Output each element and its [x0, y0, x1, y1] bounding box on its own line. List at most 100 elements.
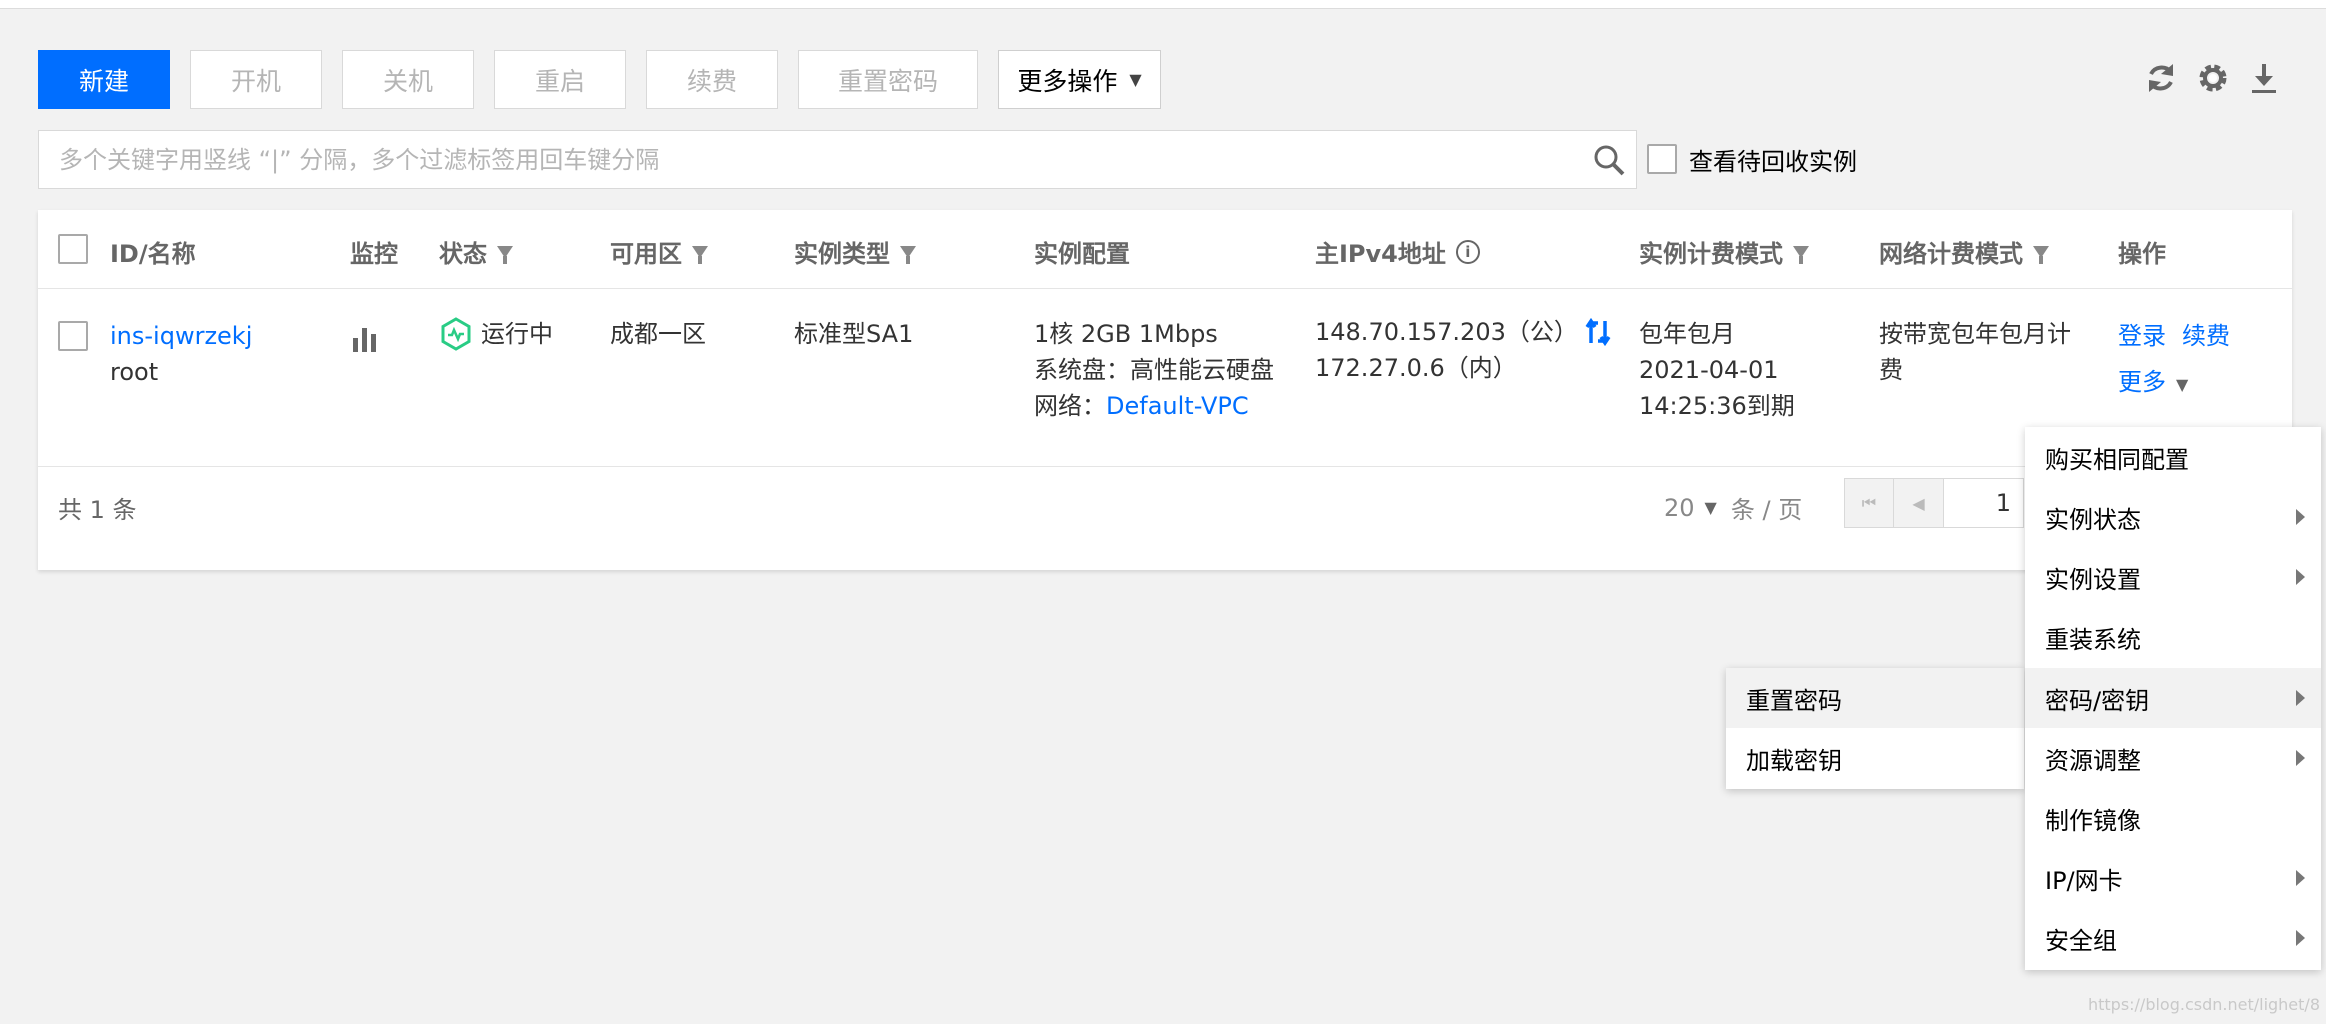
- password-key-submenu: 重置密码 加载密钥: [1726, 668, 2024, 789]
- refresh-icon[interactable]: [2142, 60, 2180, 98]
- column-zone[interactable]: 可用区: [610, 234, 708, 269]
- start-button[interactable]: 开机: [190, 50, 322, 109]
- public-ip: 148.70.157.203（公）: [1315, 318, 1578, 346]
- chevron-right-icon: [2296, 569, 2305, 585]
- instance-type-cell: 标准型SA1: [794, 320, 914, 348]
- chevron-down-icon: ▼: [2176, 375, 2189, 394]
- recycle-filter[interactable]: 查看待回收实例: [1647, 141, 1857, 177]
- column-billing[interactable]: 实例计费模式: [1639, 234, 1809, 269]
- swap-ip-icon[interactable]: [1584, 317, 1614, 347]
- menu-item-ip-nic[interactable]: IP/网卡: [2025, 848, 2321, 908]
- column-instance-type-label: 实例类型: [794, 240, 890, 268]
- chevron-down-icon: ▼: [1129, 70, 1142, 89]
- actions-line1: 登录 续费: [2118, 318, 2230, 354]
- watermark: https://blog.csdn.net/lighet/8: [2087, 995, 2320, 1014]
- menu-item-label: IP/网卡: [2045, 866, 2123, 895]
- more-actions-menu: 购买相同配置 实例状态 实例设置 重装系统 密码/密钥 资源调整 制作镜像 IP…: [2025, 427, 2321, 970]
- more-actions-label: 更多操作: [1017, 66, 1118, 96]
- pagination: ⏮ ◀ 1: [1844, 478, 2024, 528]
- running-status-icon: [441, 317, 471, 351]
- filter-icon[interactable]: [900, 245, 916, 264]
- menu-item-security-group[interactable]: 安全组: [2025, 908, 2321, 968]
- info-icon[interactable]: i: [1455, 239, 1480, 264]
- menu-item-label: 密码/密钥: [2045, 686, 2150, 715]
- network-billing-line1: 按带宽包年包月计: [1879, 320, 2071, 348]
- first-page-icon[interactable]: ⏮: [1844, 478, 1894, 528]
- menu-item-reset-password[interactable]: 重置密码: [1726, 668, 2024, 728]
- shutdown-button[interactable]: 关机: [342, 50, 474, 109]
- menu-item-label: 资源调整: [2045, 746, 2141, 775]
- column-instance-type[interactable]: 实例类型: [794, 234, 916, 269]
- more-actions-dropdown[interactable]: 更多操作 ▼: [998, 50, 1161, 109]
- filter-icon[interactable]: [497, 245, 513, 264]
- config-disk: 系统盘：高性能云硬盘: [1034, 356, 1274, 384]
- config-network: 网络：Default-VPC: [1034, 388, 1274, 424]
- more-dropdown[interactable]: 更多 ▼: [2118, 364, 2230, 403]
- chevron-right-icon: [2296, 870, 2305, 886]
- network-billing-cell: 按带宽包年包月计 费: [1879, 316, 2071, 388]
- search-icon[interactable]: [1592, 143, 1626, 177]
- select-all-checkbox[interactable]: [58, 234, 88, 264]
- recycle-checkbox[interactable]: [1647, 144, 1677, 174]
- zone-cell: 成都一区: [610, 320, 706, 348]
- chevron-right-icon: [2296, 509, 2305, 525]
- column-network-billing-label: 网络计费模式: [1879, 240, 2023, 268]
- menu-item-instance-settings[interactable]: 实例设置: [2025, 547, 2321, 607]
- renew-link[interactable]: 续费: [2182, 322, 2230, 350]
- column-actions: 操作: [2118, 240, 2166, 268]
- actions-cell: 登录 续费 更多 ▼: [2118, 318, 2230, 403]
- page-size-value: 20: [1664, 493, 1695, 522]
- page-number-input[interactable]: 1: [1944, 478, 2024, 528]
- column-status[interactable]: 状态: [439, 234, 513, 269]
- status-cell: 运行中: [439, 316, 553, 352]
- filter-icon[interactable]: [692, 245, 708, 264]
- total-count: 共 1 条: [58, 496, 137, 524]
- column-status-label: 状态: [439, 240, 487, 268]
- menu-item-label: 重装系统: [2045, 625, 2141, 654]
- filter-icon[interactable]: [2033, 245, 2049, 264]
- private-ip: 172.27.0.6（内）: [1315, 354, 1517, 382]
- recycle-label: 查看待回收实例: [1689, 147, 1857, 176]
- menu-item-buy-same-config[interactable]: 购买相同配置: [2025, 427, 2321, 487]
- column-network-billing[interactable]: 网络计费模式: [1879, 234, 2049, 269]
- page-size-select[interactable]: 20 ▼ 条 / 页: [1664, 490, 1802, 525]
- menu-item-create-image[interactable]: 制作镜像: [2025, 788, 2321, 848]
- column-ipv4: 主IPv4地址 i: [1315, 234, 1480, 269]
- menu-item-load-key[interactable]: 加载密钥: [1726, 728, 2024, 788]
- more-link[interactable]: 更多: [2118, 368, 2166, 396]
- search-input[interactable]: [39, 131, 1559, 188]
- prev-page-icon[interactable]: ◀: [1894, 478, 1944, 528]
- menu-item-label: 购买相同配置: [2045, 445, 2189, 474]
- menu-item-password-key[interactable]: 密码/密钥: [2025, 668, 2321, 728]
- instance-table: ID/名称 监控 状态 可用区 实例类型 实例配置 主IPv4地址 i 实例计费模…: [38, 210, 2292, 570]
- download-icon[interactable]: [2245, 60, 2283, 98]
- monitor-chart-icon[interactable]: [351, 324, 379, 362]
- restart-button[interactable]: 重启: [494, 50, 626, 109]
- vpc-link[interactable]: Default-VPC: [1106, 392, 1249, 420]
- new-button[interactable]: 新建: [38, 50, 170, 109]
- config-network-label: 网络：: [1034, 392, 1106, 420]
- column-billing-label: 实例计费模式: [1639, 240, 1783, 268]
- filter-icon[interactable]: [1793, 245, 1809, 264]
- table-row: ins-iqwrzekj root 运行中 成都一区 标准型SA1 1核 2GB…: [38, 288, 2292, 467]
- instance-id-cell: ins-iqwrzekj root: [110, 318, 252, 390]
- chevron-right-icon: [2296, 750, 2305, 766]
- menu-item-instance-status[interactable]: 实例状态: [2025, 487, 2321, 547]
- config-cell: 1核 2GB 1Mbps 系统盘：高性能云硬盘 网络：Default-VPC: [1034, 316, 1274, 424]
- menu-item-reinstall-system[interactable]: 重装系统: [2025, 607, 2321, 667]
- menu-item-resource-adjust[interactable]: 资源调整: [2025, 728, 2321, 788]
- renew-button[interactable]: 续费: [646, 50, 778, 109]
- menu-item-label: 实例设置: [2045, 565, 2141, 594]
- menu-item-label: 制作镜像: [2045, 806, 2141, 835]
- search-box: [38, 130, 1637, 189]
- billing-mode: 包年包月: [1639, 320, 1735, 348]
- gear-icon[interactable]: [2194, 60, 2232, 98]
- instance-id-link[interactable]: ins-iqwrzekj: [110, 318, 252, 354]
- network-billing-line2: 费: [1879, 356, 1903, 384]
- table-header: ID/名称 监控 状态 可用区 实例类型 实例配置 主IPv4地址 i 实例计费模…: [38, 210, 2292, 289]
- row-checkbox[interactable]: [58, 321, 88, 351]
- login-link[interactable]: 登录: [2118, 322, 2166, 350]
- reset-password-button[interactable]: 重置密码: [798, 50, 978, 109]
- column-monitor: 监控: [350, 240, 398, 268]
- column-zone-label: 可用区: [610, 240, 682, 268]
